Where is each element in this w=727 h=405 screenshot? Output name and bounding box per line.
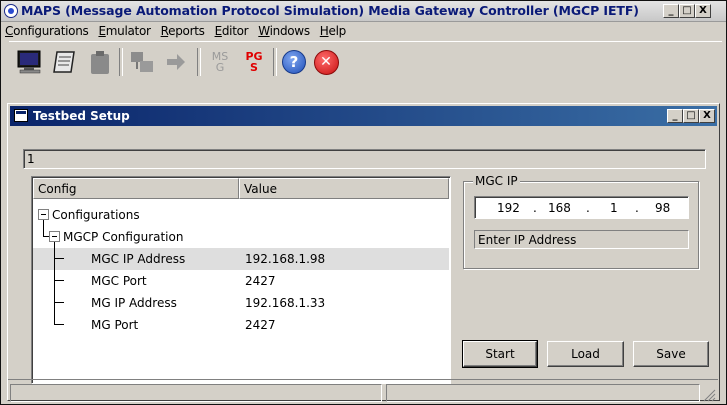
pg-s-button[interactable]: PG S [239, 47, 269, 77]
toolbar-separator [197, 48, 201, 76]
column-header-config[interactable]: Config [33, 178, 239, 199]
toolbar-separator [119, 48, 123, 76]
tree-node-value: 2427 [245, 274, 276, 288]
tree-row[interactable]: MGC IP Address 192.168.1.98 [33, 242, 449, 270]
window-title: MAPS (Message Automation Protocol Simula… [21, 3, 639, 18]
app-window: MAPS (Message Automation Protocol Simula… [0, 0, 727, 405]
tree-connector [43, 220, 44, 236]
ip-dot: . [533, 201, 537, 215]
resize-grip-icon[interactable] [702, 388, 716, 402]
tree-node-label: MGC IP Address [91, 252, 186, 266]
network-icon [131, 52, 153, 72]
collapse-icon[interactable] [49, 231, 60, 242]
minimize-button[interactable]: _ [663, 4, 679, 18]
menu-bar: Configurations Emulator Reports Editor W… [1, 22, 726, 39]
toolbar: MS G PG S ? ✕ [9, 41, 722, 83]
menu-help[interactable]: Help [315, 24, 351, 38]
tree-connector [54, 280, 64, 281]
config-tree[interactable]: Config Value Configurations MGCP Configu… [31, 176, 451, 384]
status-panel-left [10, 384, 382, 402]
exit-icon: ✕ [313, 49, 339, 75]
save-button[interactable]: Save [633, 341, 709, 367]
ip-address-input[interactable]: 192 . 168 . 1 . 98 [474, 196, 689, 219]
ip-dot: . [586, 201, 590, 215]
clipboard-icon [91, 51, 109, 74]
monitor-button[interactable] [15, 47, 45, 77]
ip-hint-text: Enter IP Address [478, 233, 577, 247]
clipboard-button[interactable] [85, 47, 115, 77]
menu-reports[interactable]: Reports [156, 24, 210, 38]
tree-connector [54, 242, 55, 270]
column-header-value[interactable]: Value [239, 178, 449, 199]
collapse-icon[interactable] [38, 209, 49, 220]
tree-row[interactable]: Configurations [33, 204, 449, 226]
maximize-button[interactable]: □ [679, 4, 695, 18]
status-panel-right [386, 384, 700, 402]
tree-connector [54, 324, 64, 325]
tree-connector [54, 302, 64, 303]
toolbar-separator [273, 48, 277, 76]
groupbox-legend: MGC IP [473, 174, 520, 188]
ms-g-icon: MS G [211, 50, 229, 74]
tree-node-label: Configurations [52, 208, 140, 222]
tree-node-label: MGC Port [91, 274, 147, 288]
start-button[interactable]: Start [462, 340, 538, 368]
tree-node-value: 2427 [245, 318, 276, 332]
menu-windows[interactable]: Windows [253, 24, 314, 38]
menu-editor[interactable]: Editor [210, 24, 254, 38]
network-button[interactable] [127, 47, 157, 77]
ip-octet-4[interactable]: 98 [655, 201, 670, 215]
tree-row[interactable]: MGC Port 2427 [33, 270, 449, 292]
load-button[interactable]: Load [547, 341, 624, 367]
ip-dot: . [635, 201, 639, 215]
arrow-button[interactable] [161, 47, 191, 77]
child-close-button[interactable]: X [699, 109, 715, 123]
notepad-button[interactable] [49, 47, 79, 77]
tree-connector [54, 258, 64, 259]
tree-connector [54, 270, 55, 292]
help-icon: ? [282, 50, 306, 74]
monitor-icon [17, 50, 41, 74]
status-text: 1 [27, 152, 35, 166]
tree-connector [54, 292, 55, 314]
tree-node-label: MG IP Address [91, 296, 177, 310]
help-button[interactable]: ? [279, 47, 309, 77]
tree-node-label: MG Port [91, 318, 139, 332]
status-field: 1 [23, 149, 706, 169]
notepad-icon [53, 51, 75, 73]
window-controls: _ □ X [663, 4, 711, 18]
child-window-controls: _ □ X [667, 109, 715, 123]
menu-emulator[interactable]: Emulator [93, 24, 155, 38]
child-minimize-button[interactable]: _ [667, 109, 683, 123]
child-window-title: Testbed Setup [33, 109, 130, 123]
tree-node-label: MGCP Configuration [63, 230, 184, 244]
ip-octet-1[interactable]: 192 [497, 201, 520, 215]
ip-hint-field: Enter IP Address [474, 230, 689, 249]
close-button[interactable]: X [695, 4, 711, 18]
child-title-bar: Testbed Setup _ □ X [10, 106, 717, 126]
tree-node-value: 192.168.1.98 [245, 252, 326, 266]
mgc-ip-groupbox: MGC IP [463, 174, 699, 269]
pg-s-icon: PG S [245, 50, 263, 74]
title-bar: MAPS (Message Automation Protocol Simula… [1, 1, 726, 22]
ms-g-button[interactable]: MS G [205, 47, 235, 77]
tree-row[interactable]: MGCP Configuration [33, 220, 449, 248]
tree-header: Config Value [33, 178, 449, 199]
child-maximize-button[interactable]: □ [683, 109, 699, 123]
app-globe-icon [4, 4, 18, 18]
status-bar [8, 379, 718, 404]
tree-node-value: 192.168.1.33 [245, 296, 326, 310]
exit-button[interactable]: ✕ [311, 47, 341, 77]
tree-row[interactable]: MG Port 2427 [33, 314, 449, 336]
ip-octet-3[interactable]: 1 [610, 201, 618, 215]
arrow-icon [167, 54, 185, 70]
window-icon [14, 109, 28, 122]
tree-row[interactable]: MG IP Address 192.168.1.33 [33, 292, 449, 314]
menu-configurations[interactable]: Configurations [1, 24, 93, 38]
ip-octet-2[interactable]: 168 [548, 201, 571, 215]
